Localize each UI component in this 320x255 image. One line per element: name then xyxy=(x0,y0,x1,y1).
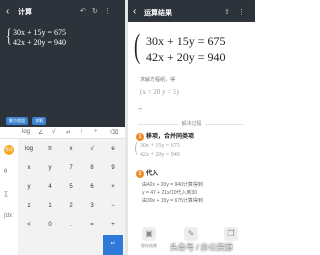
back-icon[interactable]: ‹ xyxy=(133,6,136,17)
save-result-button[interactable]: ▣ 保存结果 xyxy=(134,227,164,249)
side-key-active[interactable]: f(x) xyxy=(4,145,14,155)
key[interactable]: 1 xyxy=(40,197,60,216)
key[interactable]: + xyxy=(103,216,123,235)
key[interactable]: √ xyxy=(82,140,102,159)
solution: (x = 20 y = 5) xyxy=(140,88,179,96)
result-panel: ‹ 运算结果 ⇪ ⋮ ( 30x + 15y = 675 42x + 20y =… xyxy=(128,0,255,255)
fn-key[interactable]: ↑ xyxy=(80,129,83,135)
key[interactable]: 0 xyxy=(40,216,60,235)
key[interactable]: x xyxy=(61,140,81,159)
step-2-line: y = 47 + 21x/10代入到30 xyxy=(142,190,198,196)
function-sidebar: f(x) θ ∑ ∫dx xyxy=(0,139,18,255)
refresh-icon[interactable]: ↻ xyxy=(92,7,98,15)
page-title: 计算 xyxy=(18,9,32,16)
fn-key[interactable]: log xyxy=(22,129,30,135)
enter-key[interactable]: ↵ xyxy=(103,235,123,255)
key[interactable]: 8 xyxy=(82,159,102,178)
key[interactable]: 4 xyxy=(40,178,60,197)
solve-prompt: 求解方程组，得 xyxy=(140,77,176,83)
key[interactable]: 7 xyxy=(61,159,81,178)
expand-arrow-icon[interactable]: → xyxy=(136,105,143,112)
result-toolbar: ‹ 运算结果 ⇪ ⋮ xyxy=(128,0,255,22)
more-icon[interactable]: ⋮ xyxy=(238,8,245,16)
more-icon[interactable]: ⋮ xyxy=(104,7,111,15)
step-2-line: 由30x + 15y = 675计算得到 xyxy=(142,198,203,204)
watermark: 头条号 / 办公资源 xyxy=(170,243,233,252)
step-number: 2 xyxy=(136,170,144,178)
key[interactable]: − xyxy=(103,197,123,216)
keypad: log ∠ √ ↵ ↑ ÷ ⌫ f(x) θ ∑ ∫dx log π x √ e… xyxy=(0,127,125,255)
history-icon[interactable]: ↶ xyxy=(80,7,86,15)
key[interactable]: < xyxy=(19,216,39,235)
brace-icon: ( xyxy=(135,140,138,156)
calculator-display: ‹ 计算 ↶ ↻ ⋮ { 30x + 15y = 675 42x + 20y =… xyxy=(0,0,125,127)
key[interactable]: = xyxy=(82,216,102,235)
calculator-panel: ‹ 计算 ↶ ↻ ⋮ { 30x + 15y = 675 42x + 20y =… xyxy=(0,0,125,255)
key[interactable]: log xyxy=(19,140,39,159)
solve-button[interactable]: 求解 xyxy=(32,117,47,125)
equation-line-2: 42x + 20y = 940 xyxy=(146,50,226,64)
back-icon[interactable]: ‹ xyxy=(6,6,9,17)
fn-key[interactable]: ∠ xyxy=(38,129,43,136)
pencil-icon: ✎ xyxy=(184,227,198,241)
step-2-line: 由42x + 20y = 940计算得到 xyxy=(142,182,203,188)
function-bar: log ∠ √ ↵ ↑ ÷ ⌫ xyxy=(0,127,125,139)
fn-key[interactable]: ÷ xyxy=(94,129,97,135)
edit-button[interactable]: ✎ xyxy=(176,227,206,243)
side-key[interactable]: ∑ xyxy=(4,191,8,197)
step-2-title: 2 代入 xyxy=(136,168,158,178)
side-key[interactable]: ∫dx xyxy=(4,213,12,219)
fn-key[interactable]: √ xyxy=(52,129,55,135)
process-label: 解决过程 xyxy=(128,120,255,127)
key[interactable]: π xyxy=(40,140,60,159)
brace-icon: { xyxy=(6,26,12,47)
key[interactable]: 5 xyxy=(61,178,81,197)
key[interactable]: y xyxy=(40,159,60,178)
share-icon[interactable]: ⇪ xyxy=(224,8,230,16)
copy-icon: ❐ xyxy=(224,227,238,241)
save-icon: ▣ xyxy=(142,227,156,241)
key[interactable]: x xyxy=(19,159,39,178)
copy-button[interactable]: ❐ xyxy=(216,227,246,243)
equation-line-1: 30x + 15y = 675 xyxy=(146,34,226,48)
key[interactable]: 9 xyxy=(103,159,123,178)
key[interactable]: . xyxy=(61,216,81,235)
key[interactable]: × xyxy=(103,178,123,197)
equation-line-1: 30x + 15y = 675 xyxy=(13,28,67,37)
equation-line-2: 42x + 20y = 940 xyxy=(13,38,67,47)
backspace-icon[interactable]: ⌫ xyxy=(110,129,118,136)
key[interactable]: z xyxy=(19,197,39,216)
calculator-toolbar: ‹ 计算 ↶ ↻ ⋮ xyxy=(0,6,125,20)
action-pills: 解方程组 求解 xyxy=(6,117,49,125)
key[interactable]: 3 xyxy=(82,197,102,216)
brace-icon: ( xyxy=(134,28,141,65)
key[interactable]: e xyxy=(103,140,123,159)
key[interactable]: 6 xyxy=(82,178,102,197)
page-title: 运算结果 xyxy=(144,10,172,17)
fn-key[interactable]: ↵ xyxy=(66,129,71,136)
side-key[interactable]: θ xyxy=(4,169,7,175)
key[interactable]: 2 xyxy=(61,197,81,216)
step-1-title: 1 移项，合并同类项 xyxy=(136,131,194,141)
solve-system-button[interactable]: 解方程组 xyxy=(6,117,28,125)
key[interactable]: y xyxy=(19,178,39,197)
